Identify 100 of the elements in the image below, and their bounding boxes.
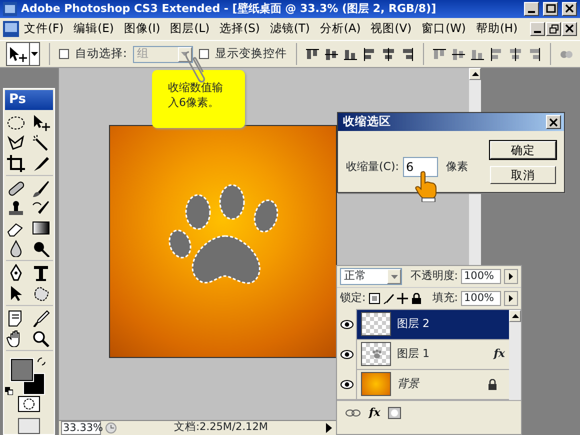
flyout-arrow-button[interactable] xyxy=(504,269,518,284)
align-icon[interactable] xyxy=(344,48,357,60)
checkbox-label: 自动选择: xyxy=(75,45,127,62)
opacity-field[interactable]: 100% xyxy=(461,269,501,284)
align-icon[interactable] xyxy=(324,48,338,60)
layer-name: 背景 xyxy=(397,376,419,392)
layer-thumbnail xyxy=(361,312,391,336)
caret-icon xyxy=(181,52,188,56)
align-icon[interactable] xyxy=(382,48,395,60)
layer-name: 图层 1 xyxy=(397,346,430,362)
layer-row[interactable]: 图层 2 xyxy=(337,310,509,340)
screen-mode-icon[interactable] xyxy=(18,418,40,434)
up-arrow-icon xyxy=(512,314,518,318)
restore-icon xyxy=(548,24,558,34)
effects-label: fx xyxy=(494,346,505,362)
default-colors-icon[interactable] xyxy=(5,386,13,394)
opacity-label: 不透明度: xyxy=(410,268,458,284)
status-icon[interactable] xyxy=(105,422,117,434)
zoom-field[interactable]: 33.33% xyxy=(61,421,101,435)
add-style-button[interactable]: fx xyxy=(369,404,380,421)
marquee-icon[interactable] xyxy=(6,114,26,132)
document-info: 文档:2.25M/2.12M xyxy=(173,420,269,435)
menu-item[interactable]: 选择(S) xyxy=(214,20,265,38)
tool-preset-picker[interactable] xyxy=(6,42,40,66)
restore-button[interactable] xyxy=(546,22,561,36)
right-arrow-icon xyxy=(509,294,513,302)
close-icon xyxy=(564,4,574,14)
scroll-up-button[interactable] xyxy=(509,310,521,322)
lock-brush-icon[interactable] xyxy=(382,292,394,304)
close-button[interactable] xyxy=(546,115,561,129)
checkbox[interactable] xyxy=(59,49,69,59)
brush-icon[interactable] xyxy=(30,178,50,196)
layer-name: 图层 2 xyxy=(397,316,430,332)
dialog-button[interactable]: 确定 xyxy=(490,141,556,159)
menu-arrow-icon[interactable] xyxy=(325,423,333,433)
minimize-button[interactable] xyxy=(530,22,545,36)
swap-arrows-icon[interactable] xyxy=(37,356,46,366)
align-icon[interactable] xyxy=(400,48,414,60)
align-icon[interactable] xyxy=(362,48,376,60)
menu-item[interactable]: 窗口(W) xyxy=(416,20,471,38)
menu-item[interactable]: 帮助(H) xyxy=(470,20,523,38)
checkbox-label: 显示变换控件 xyxy=(214,45,287,62)
menu-item[interactable]: 分析(A) xyxy=(314,20,366,38)
menu-item[interactable]: 文件(F) xyxy=(19,20,69,38)
layer-row[interactable]: 图层 1 fx xyxy=(337,340,509,370)
blend-mode-dropdown[interactable]: 正常 xyxy=(340,268,402,285)
lock-icon[interactable] xyxy=(410,292,422,304)
layer-row[interactable]: 背景 xyxy=(337,370,509,400)
minimize-icon xyxy=(534,31,541,33)
maximize-button[interactable] xyxy=(543,2,558,16)
gradient-icon[interactable] xyxy=(30,218,50,236)
app-icon xyxy=(3,2,17,16)
menu-item[interactable]: 图层(L) xyxy=(165,20,215,38)
distribute-icon[interactable] xyxy=(528,48,541,60)
menu-item[interactable]: 视图(V) xyxy=(366,20,417,38)
link-icon[interactable] xyxy=(345,408,361,417)
dialog-title: 收缩选区 xyxy=(343,113,391,130)
eye-icon[interactable] xyxy=(340,350,354,358)
move-icon xyxy=(7,45,29,63)
eye-icon[interactable] xyxy=(340,380,354,388)
menu-item[interactable]: 编辑(E) xyxy=(68,20,119,38)
maximize-icon xyxy=(546,4,556,14)
eye-icon[interactable] xyxy=(340,320,354,328)
scroll-up-button[interactable] xyxy=(469,68,481,80)
minimize-button[interactable] xyxy=(524,2,539,16)
crop-icon[interactable] xyxy=(6,154,26,172)
lasso-icon[interactable] xyxy=(6,134,26,152)
menu-item[interactable]: 图像(I) xyxy=(118,20,166,38)
mask-icon[interactable] xyxy=(388,406,402,419)
distribute-icon[interactable] xyxy=(470,48,484,60)
input-field[interactable]: 6 xyxy=(402,157,438,177)
lock-transparency-icon[interactable] xyxy=(368,292,380,304)
align-icon[interactable] xyxy=(306,48,319,60)
fill-field[interactable]: 100% xyxy=(461,290,501,306)
close-button[interactable] xyxy=(562,22,577,36)
wand-icon[interactable] xyxy=(30,134,50,152)
distribute-icon[interactable] xyxy=(432,48,446,60)
eyedropper-icon[interactable] xyxy=(30,308,50,326)
distribute-icon[interactable] xyxy=(508,48,522,60)
unit-label: 像素 xyxy=(446,158,468,175)
caret-icon xyxy=(31,52,38,56)
window-title: Adobe Photoshop CS3 Extended - [壁纸桌面 @ 33.3% (图层 2, RGB/8)] xyxy=(21,0,438,17)
document-icon xyxy=(3,21,19,37)
foreground-color-swatch[interactable] xyxy=(11,358,33,380)
checkbox[interactable] xyxy=(198,49,209,59)
distribute-icon[interactable] xyxy=(490,48,503,60)
quick-mask-icon[interactable] xyxy=(18,396,40,412)
zoom-icon[interactable] xyxy=(30,328,50,346)
flyout-arrow-button[interactable] xyxy=(504,290,518,306)
menu-item[interactable]: 滤镜(T) xyxy=(264,20,315,38)
app-logo: Ps xyxy=(5,90,53,110)
close-button[interactable] xyxy=(562,2,577,16)
close-icon xyxy=(564,24,574,34)
layer-thumbnail xyxy=(361,342,391,366)
distribute-icon[interactable] xyxy=(452,48,465,60)
field-label: 收缩量(C): xyxy=(346,158,399,175)
right-arrow-icon xyxy=(509,273,513,280)
lock-position-icon[interactable] xyxy=(396,292,408,304)
fill-label: 填充: xyxy=(432,290,458,306)
dialog-button[interactable]: 取消 xyxy=(490,166,556,184)
